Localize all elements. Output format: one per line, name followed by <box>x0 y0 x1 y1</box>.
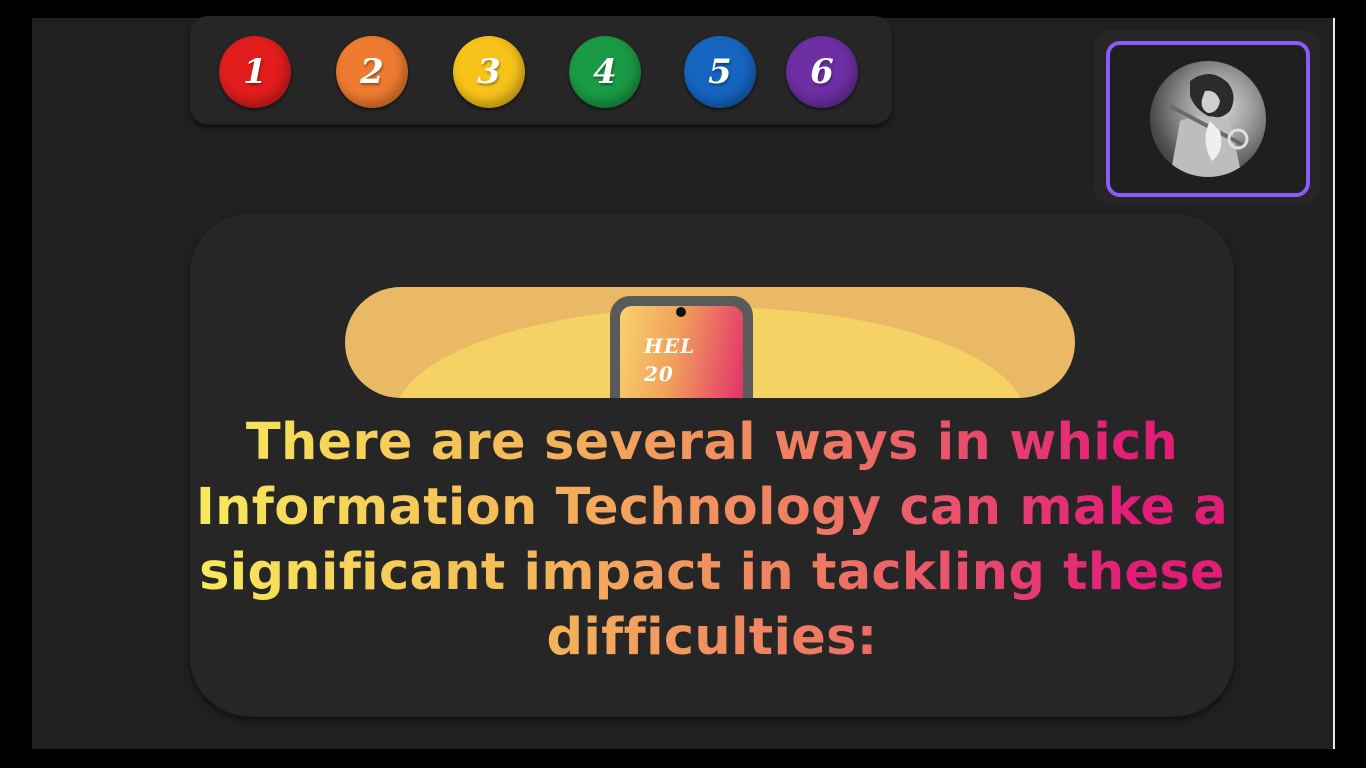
slide-headline: There are several ways in which Informat… <box>190 410 1234 670</box>
phone-camera-icon <box>676 307 686 317</box>
phone-screen-text: HEL 20 <box>644 332 724 388</box>
nav-button-6[interactable]: 6 <box>786 36 858 108</box>
nav-button-4[interactable]: 4 <box>569 36 641 108</box>
phone-text-line-2: 20 <box>644 362 674 386</box>
slide-border <box>1333 18 1335 749</box>
profile-frame[interactable] <box>1106 41 1310 197</box>
phone-text-line-1: HEL <box>644 334 696 358</box>
nav-button-3[interactable]: 3 <box>453 36 525 108</box>
phone-illustration: HEL 20 <box>610 296 753 406</box>
avatar-portrait-icon <box>1150 61 1266 177</box>
nav-button-1[interactable]: 1 <box>219 36 291 108</box>
nav-button-5[interactable]: 5 <box>684 36 756 108</box>
nav-button-2[interactable]: 2 <box>336 36 408 108</box>
